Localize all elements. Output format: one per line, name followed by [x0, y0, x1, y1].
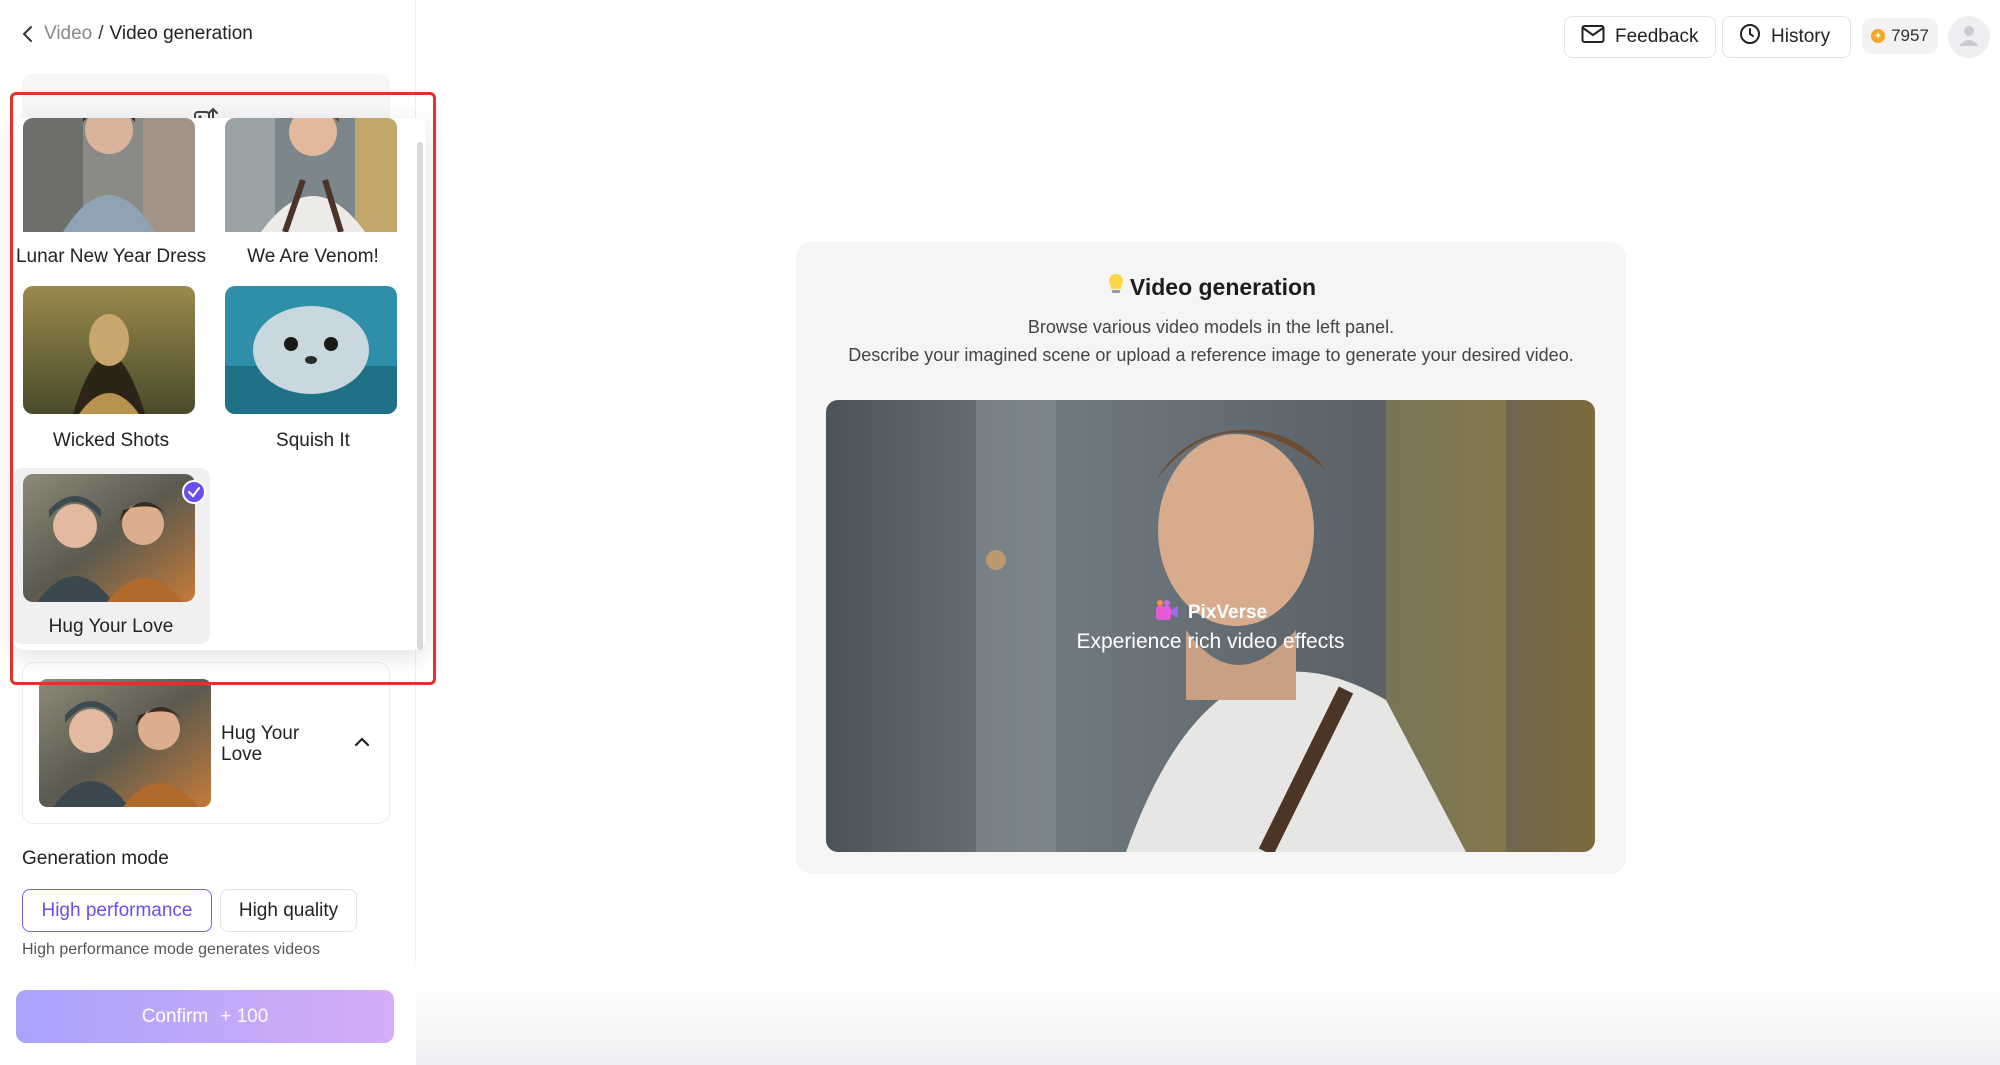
- main-description-line2: Describe your imagined scene or upload a…: [848, 345, 1574, 365]
- selected-effect-name: Hug Your Love: [221, 723, 300, 765]
- effect-thumbnail: [23, 118, 195, 246]
- effect-label: Squish It: [276, 430, 350, 451]
- pixverse-brand: PixVerse: [826, 598, 1595, 628]
- brand-tagline: Experience rich video effects: [1076, 630, 1345, 653]
- clock-icon: [1739, 23, 1761, 51]
- selected-effect-thumbnail: [39, 679, 211, 807]
- user-icon: [1956, 22, 1982, 53]
- effect-thumbnail: [225, 118, 397, 246]
- pixverse-logo-icon: [1154, 598, 1180, 628]
- coin-icon: ✦: [1871, 29, 1886, 43]
- main-title-text: Video generation: [1129, 273, 1317, 300]
- effect-label: We Are Venom!: [247, 246, 379, 267]
- mail-icon: [1581, 24, 1605, 50]
- effect-item-wicked-shots[interactable]: Wicked Shots: [12, 286, 210, 458]
- main-title: Video generation: [796, 272, 1626, 302]
- breadcrumb-current: Video generation: [109, 23, 253, 44]
- effect-thumbnail: [225, 286, 397, 414]
- history-label: History: [1771, 26, 1831, 47]
- effect-label: Hug Your Love: [48, 616, 174, 637]
- user-avatar[interactable]: [1948, 16, 1990, 58]
- preview-video[interactable]: PixVerse Experience rich video effects: [826, 400, 1595, 852]
- credits-value: 7957: [1891, 26, 1929, 45]
- history-button[interactable]: History: [1722, 16, 1851, 58]
- credits-badge[interactable]: ✦ 7957: [1862, 18, 1938, 54]
- high-performance-button[interactable]: High performance: [22, 889, 212, 932]
- confirm-button[interactable]: Confirm + 100: [16, 990, 394, 1043]
- lightbulb-icon: [1106, 272, 1126, 302]
- effect-dropdown: Lunar New Year Dress We Are Venom! Wicke…: [12, 118, 426, 650]
- brand-name: PixVerse: [1187, 602, 1268, 623]
- effect-thumbnail: [23, 474, 195, 602]
- check-icon: [182, 480, 206, 504]
- generation-mode-label: Generation mode: [22, 848, 169, 869]
- chevron-up-icon[interactable]: [351, 731, 373, 753]
- dropdown-scrollbar[interactable]: [417, 142, 423, 650]
- main-description-line1: Browse various video models in the left …: [1027, 317, 1395, 337]
- effect-label: Lunar New Year Dress: [15, 246, 207, 267]
- breadcrumb-separator: /: [98, 23, 104, 44]
- effect-thumbnail: [23, 286, 195, 414]
- generation-mode-description: High performance mode generates videos: [22, 941, 320, 958]
- breadcrumb-parent-link[interactable]: Video: [44, 23, 92, 45]
- effect-item-squish-it[interactable]: Squish It: [214, 286, 412, 458]
- breadcrumb: Video / Video generation: [16, 22, 253, 46]
- high-quality-button[interactable]: High quality: [220, 889, 357, 932]
- feedback-button[interactable]: Feedback: [1564, 16, 1716, 58]
- effect-item-lunar-new-year-dress[interactable]: Lunar New Year Dress: [12, 118, 210, 274]
- empty-state-card: Video generation Browse various video mo…: [796, 242, 1626, 874]
- confirm-label: Confirm: [141, 1005, 209, 1027]
- bottom-shade: [416, 980, 2000, 1065]
- effect-label: Wicked Shots: [52, 430, 170, 451]
- feedback-label: Feedback: [1615, 26, 1699, 47]
- confirm-cost: + 100: [220, 1005, 269, 1027]
- effect-item-hug-your-love[interactable]: Hug Your Love: [12, 468, 210, 644]
- effect-item-we-are-venom[interactable]: We Are Venom!: [214, 118, 412, 274]
- chevron-left-icon[interactable]: [16, 22, 40, 46]
- selected-effect-card[interactable]: Hug Your Love: [22, 662, 390, 824]
